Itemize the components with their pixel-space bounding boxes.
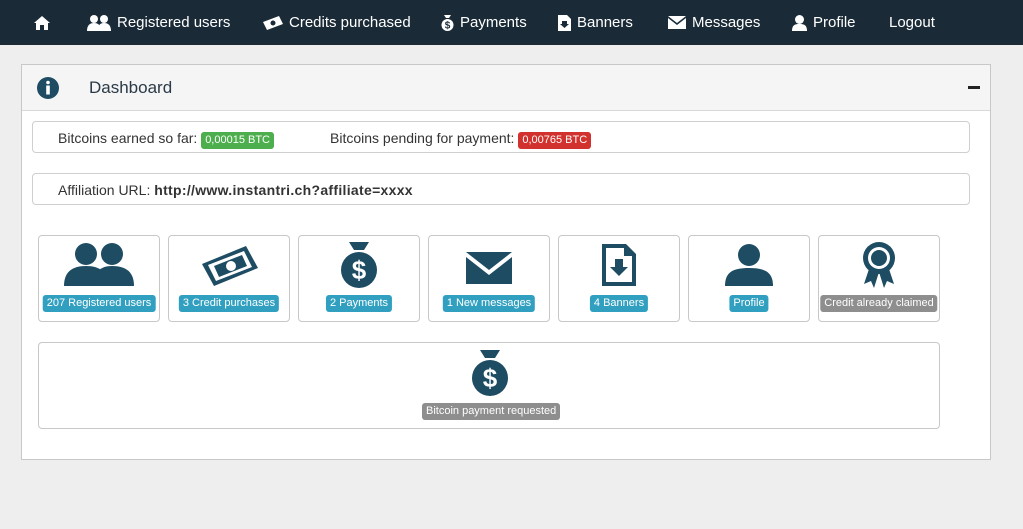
svg-text:$: $ bbox=[483, 363, 498, 393]
user-icon bbox=[792, 14, 807, 31]
payment-requested-badge: Bitcoin payment requested bbox=[422, 403, 561, 420]
file-download-icon bbox=[558, 14, 571, 31]
money-bag-icon: $ bbox=[472, 350, 508, 396]
nav-banners[interactable]: Banners bbox=[558, 0, 633, 45]
nav-logout[interactable]: Logout bbox=[889, 0, 935, 45]
users-icon bbox=[64, 243, 134, 286]
pending-badge: 0,00765 BTC bbox=[518, 132, 592, 149]
file-download-icon bbox=[602, 244, 636, 286]
home-icon bbox=[34, 15, 50, 30]
nav-messages[interactable]: Messages bbox=[668, 0, 760, 45]
tile-label: 1 New messages bbox=[442, 295, 536, 312]
affiliation-box: Affiliation URL: http://www.instantri.ch… bbox=[32, 173, 970, 205]
info-icon bbox=[37, 77, 59, 99]
tile-new-messages[interactable]: 1 New messages bbox=[428, 235, 550, 322]
dashboard-panel: Dashboard Bitcoins earned so far: 0,0001… bbox=[21, 64, 991, 460]
envelope-icon bbox=[466, 252, 512, 284]
affiliation-label: Affiliation URL: bbox=[58, 182, 151, 198]
nav-registered-users[interactable]: Registered users bbox=[87, 0, 230, 45]
collapse-button[interactable] bbox=[968, 86, 980, 89]
affiliation-url: http://www.instantri.ch?affiliate=xxxx bbox=[154, 182, 413, 198]
earned-label: Bitcoins earned so far: bbox=[58, 130, 198, 146]
panel-heading: Dashboard bbox=[22, 65, 990, 111]
tile-label: Credit already claimed bbox=[820, 295, 938, 312]
tile-credit-purchases[interactable]: 3 Credit purchases bbox=[168, 235, 290, 322]
money-icon bbox=[263, 15, 283, 30]
svg-text:$: $ bbox=[445, 20, 451, 31]
svg-text:$: $ bbox=[352, 255, 367, 285]
tile-label: 4 Banners bbox=[589, 295, 649, 312]
tile-payments[interactable]: $ 2 Payments bbox=[298, 235, 420, 322]
money-icon bbox=[202, 246, 258, 286]
user-icon bbox=[725, 244, 773, 286]
tile-label: Profile bbox=[729, 295, 769, 312]
award-icon bbox=[863, 242, 895, 288]
envelope-icon bbox=[668, 16, 686, 29]
tile-profile[interactable]: Profile bbox=[688, 235, 810, 322]
tile-label: 2 Payments bbox=[325, 295, 393, 312]
earnings-earned: Bitcoins earned so far: 0,00015 BTC bbox=[58, 130, 275, 149]
money-bag-icon: $ bbox=[441, 14, 454, 31]
earnings-box: Bitcoins earned so far: 0,00015 BTC Bitc… bbox=[32, 121, 970, 153]
pending-label: Bitcoins pending for payment: bbox=[330, 130, 515, 146]
nav-label-messages: Messages bbox=[692, 14, 761, 31]
nav-label-profile: Profile bbox=[813, 14, 856, 31]
nav-label-payments: Payments bbox=[460, 14, 527, 31]
tile-registered-users[interactable]: 207 Registered users bbox=[38, 235, 160, 322]
bitcoin-payment-request-tile: $ Bitcoin payment requested bbox=[38, 342, 940, 429]
top-navbar: Registered users Credits purchased $ Pay… bbox=[0, 0, 1023, 45]
earnings-pending: Bitcoins pending for payment: 0,00765 BT… bbox=[330, 130, 592, 149]
panel-title: Dashboard bbox=[89, 78, 173, 97]
tile-banners[interactable]: 4 Banners bbox=[558, 235, 680, 322]
affiliation-row: Affiliation URL: http://www.instantri.ch… bbox=[58, 182, 413, 198]
nav-label-logout: Logout bbox=[889, 14, 935, 31]
tile-credit-claimed[interactable]: Credit already claimed bbox=[818, 235, 940, 322]
earned-badge: 0,00015 BTC bbox=[201, 132, 275, 149]
nav-home[interactable] bbox=[34, 0, 56, 45]
money-bag-icon: $ bbox=[341, 242, 377, 288]
tile-label: 207 Registered users bbox=[42, 295, 156, 312]
tile-label: 3 Credit purchases bbox=[178, 295, 280, 312]
nav-credits-purchased[interactable]: Credits purchased bbox=[261, 0, 411, 45]
users-icon bbox=[87, 14, 111, 31]
nav-label-registered-users: Registered users bbox=[117, 14, 231, 31]
nav-label-banners: Banners bbox=[577, 14, 633, 31]
nav-payments[interactable]: $ Payments bbox=[441, 0, 527, 45]
nav-profile[interactable]: Profile bbox=[792, 0, 856, 45]
nav-label-credits-purchased: Credits purchased bbox=[289, 14, 411, 31]
